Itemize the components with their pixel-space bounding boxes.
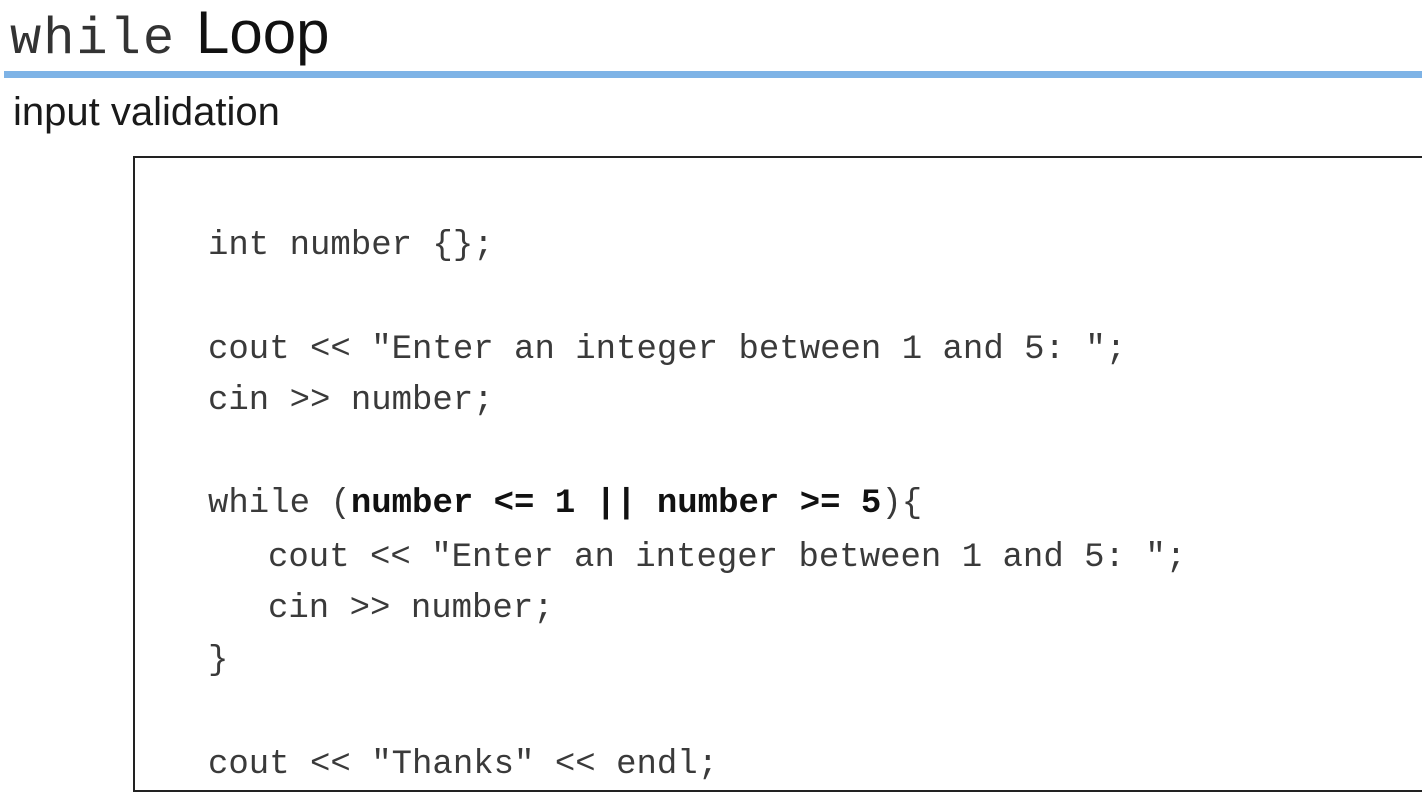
code-line: cout << "Thanks" << endl; [208, 746, 719, 784]
slide-subtitle: input validation [13, 90, 280, 134]
code-block: int number {}; cout << "Enter an integer… [133, 156, 1422, 792]
code-line: } [208, 642, 229, 680]
loop-condition: number <= 1 || number >= 5 [350, 485, 882, 523]
brace-open: ){ [881, 485, 923, 523]
code-line: cout << "Enter an integer between 1 and … [268, 539, 1187, 577]
code-line: int number {}; [208, 227, 494, 265]
code-line: cin >> number; [268, 590, 554, 628]
code-line: while (number <= 1 || number >= 5){ [208, 484, 922, 524]
title-word: Loop [196, 0, 330, 66]
code-line: cin >> number; [208, 382, 494, 420]
slide: while Loop input validation int number {… [0, 0, 1422, 796]
title-divider [4, 71, 1422, 78]
title-keyword: while [10, 10, 177, 69]
while-keyword: while ( [208, 485, 351, 523]
code-line: cout << "Enter an integer between 1 and … [208, 331, 1127, 369]
slide-title: while Loop [10, 0, 330, 69]
